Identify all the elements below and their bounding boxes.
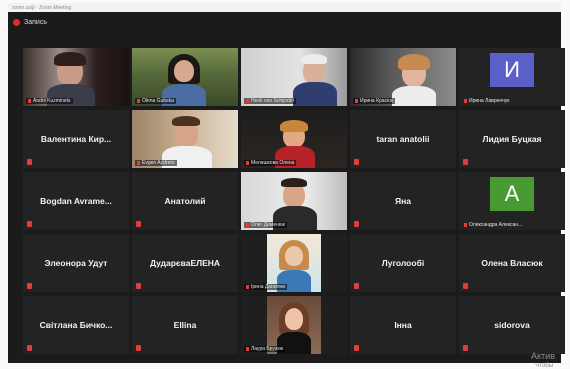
mic-muted-icon [27, 283, 32, 289]
participant-name: sidorova [494, 320, 530, 330]
participant-label: Evgen Azdrem [135, 160, 177, 166]
name-tile-inna[interactable]: Інна [350, 296, 456, 354]
participant-label: Ірина Данилюк [244, 284, 288, 290]
participant-name: Валентина Кир... [40, 134, 112, 144]
mic-muted-icon [136, 221, 141, 227]
top-strip-text: zoom.us/j/ · Zoom Meeting [12, 4, 72, 11]
avatar: A [490, 177, 534, 211]
recording-indicator[interactable]: Запись [8, 13, 561, 31]
mic-muted-icon [136, 345, 141, 351]
participant-name: ДударєваЕЛЕНА [149, 258, 221, 268]
participant-label: Andrii Kuzminets [26, 98, 73, 104]
video-tile-oleg[interactable]: Олег Деменюк [241, 172, 347, 230]
name-tile-svitlana[interactable]: Світлана Бичко... [23, 296, 129, 354]
recording-label: Запись [24, 18, 47, 26]
activation-watermark-sub: Чтобы [535, 363, 553, 369]
name-tile-anatolii[interactable]: Анатолий [132, 172, 238, 230]
mic-muted-icon [136, 283, 141, 289]
participant-name: Інна [394, 320, 412, 330]
participant-name: Анатолий [164, 196, 206, 206]
avatar-tile-oleksandra[interactable]: A Олександра Алексан... [459, 172, 565, 230]
name-tile-olena-v[interactable]: Олена Власюк [459, 234, 565, 292]
participant-label: Олександра Алексан... [462, 222, 524, 228]
avatar: И [490, 53, 534, 87]
participant-label: Ирина Лавренчук [462, 98, 511, 104]
video-tile-iryna-d[interactable]: Ірина Данилюк [241, 234, 347, 292]
browser-top-strip: zoom.us/j/ · Zoom Meeting [8, 3, 561, 12]
mic-muted-icon [354, 345, 359, 351]
name-tile-bogdan[interactable]: Bogdan Avrame... [23, 172, 129, 230]
participant-name: Світлана Бичко... [39, 320, 113, 330]
zoom-window: zoom.us/j/ · Zoom Meeting Запись Andrii … [8, 3, 565, 369]
participant-name: Ellina [173, 320, 197, 330]
participant-name: Яна [395, 196, 411, 206]
participant-name: Элеонора Удут [44, 258, 108, 268]
participant-label: Мелешкова Олена [244, 160, 297, 166]
activation-watermark: Актив [531, 351, 555, 361]
participant-label: Henk van Schijndel [244, 98, 296, 104]
mic-muted-icon [463, 345, 468, 351]
participant-name: Bogdan Avrame... [40, 196, 112, 206]
mic-muted-icon [27, 159, 32, 165]
video-tile-andrii[interactable]: Andrii Kuzminets [23, 48, 129, 106]
video-tile-laura[interactable]: Лаура Брузюк [241, 296, 347, 354]
record-icon [13, 18, 20, 26]
mic-muted-icon [27, 221, 32, 227]
participant-label: Ирина Красюк [353, 98, 396, 104]
name-tile-dudareva[interactable]: ДударєваЕЛЕНА [132, 234, 238, 292]
name-tile-lugoloobi[interactable]: Луголообі [350, 234, 456, 292]
name-tile-sidorova[interactable]: sidorova [459, 296, 565, 354]
name-tile-yana[interactable]: Яна [350, 172, 456, 230]
video-tile-olena-g[interactable]: Olena Gubska [132, 48, 238, 106]
participant-name: Олена Власюк [481, 258, 543, 268]
mic-muted-icon [354, 283, 359, 289]
video-tile-henk[interactable]: Henk van Schijndel [241, 48, 347, 106]
mic-muted-icon [27, 345, 32, 351]
participant-label: Olena Gubska [135, 98, 176, 104]
name-tile-lidiya[interactable]: Лидия Буцкая [459, 110, 565, 168]
avatar-tile-iryna-l[interactable]: И Ирина Лавренчук [459, 48, 565, 106]
name-tile-ellina[interactable]: Ellina [132, 296, 238, 354]
video-tile-meleshkova[interactable]: Мелешкова Олена [241, 110, 347, 168]
mic-muted-icon [463, 283, 468, 289]
mic-muted-icon [354, 221, 359, 227]
video-tile-iryna-k[interactable]: Ирина Красюк [350, 48, 456, 106]
participant-name: taran anatolii [376, 134, 430, 144]
video-tile-evgen[interactable]: Evgen Azdrem [132, 110, 238, 168]
name-tile-valentyna[interactable]: Валентина Кир... [23, 110, 129, 168]
participant-label: Олег Деменюк [244, 222, 287, 228]
participant-name: Луголообі [381, 258, 425, 268]
participant-label: Лаура Брузюк [244, 346, 286, 352]
participant-name: Лидия Буцкая [482, 134, 542, 144]
name-tile-taran[interactable]: taran anatolii [350, 110, 456, 168]
mic-muted-icon [354, 159, 359, 165]
mic-muted-icon [463, 159, 468, 165]
name-tile-eleonora[interactable]: Элеонора Удут [23, 234, 129, 292]
